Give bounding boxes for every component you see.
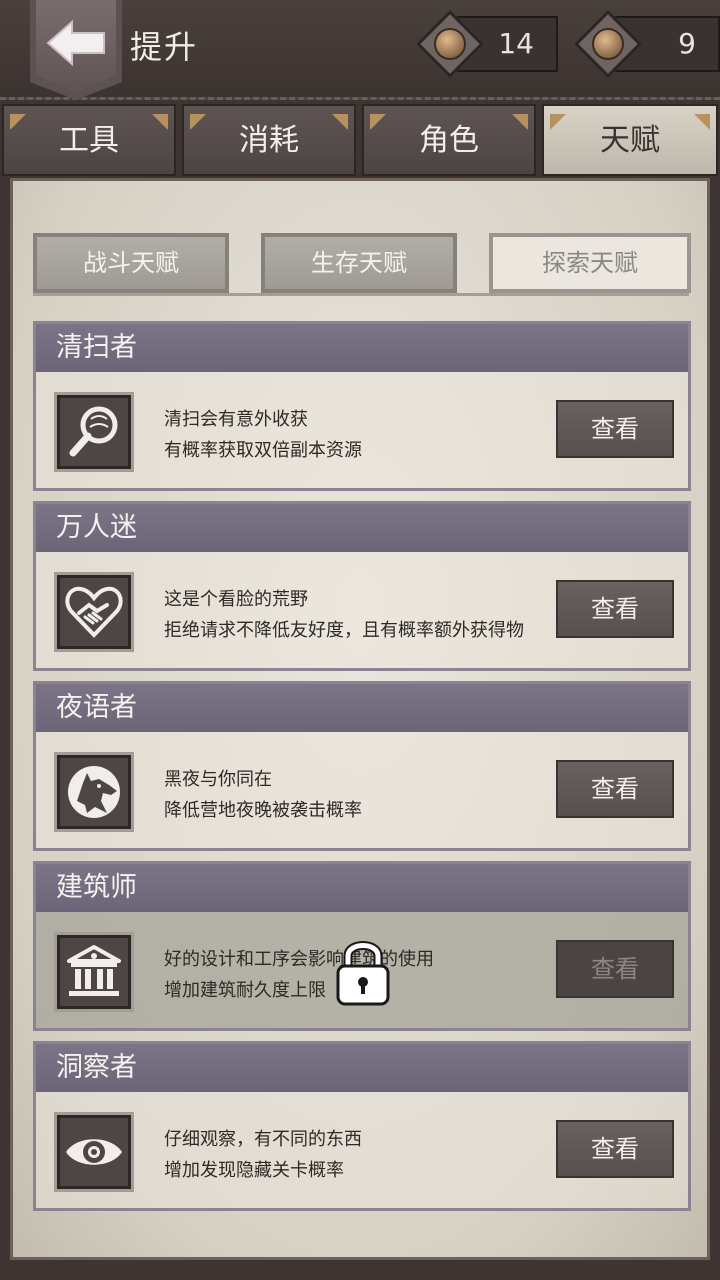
talent-icon-frame	[54, 1112, 134, 1192]
talent-icon-frame	[54, 932, 134, 1012]
tab-tools[interactable]: 工具	[2, 104, 176, 176]
talent-desc-line2: 增加建筑耐久度上限	[164, 980, 326, 1001]
subtab-survival[interactable]: 生存天赋	[261, 233, 457, 293]
talent-desc-line1: 这是个看脸的荒野	[164, 589, 308, 610]
top-bar: 提升 14 9	[0, 0, 720, 100]
talent-description: 好的设计和工序会影响建筑的使用 增加建筑耐久度上限	[164, 944, 434, 1006]
view-button[interactable]: 查看	[556, 580, 674, 638]
talent-description: 清扫会有意外收获 有概率获取双倍副本资源	[164, 404, 362, 466]
talent-name: 洞察者	[36, 1044, 688, 1092]
subtab-divider	[33, 293, 689, 296]
talent-icon-frame	[54, 392, 134, 472]
tab-character[interactable]: 角色	[362, 104, 536, 176]
talent-icon-frame	[54, 752, 134, 832]
magnifier-icon	[69, 406, 118, 457]
view-button[interactable]: 查看	[556, 940, 674, 998]
currency-a: 14	[416, 10, 558, 78]
coin-icon	[434, 28, 466, 60]
wolf-icon	[68, 766, 120, 818]
tab-label: 工具	[59, 123, 119, 158]
main-tabs: 工具 消耗 角色 天赋	[0, 104, 720, 176]
talent-panel: 战斗天赋 生存天赋 探索天赋 清扫者 清扫会有意外收获 有概率获取双倍副本资源 …	[10, 178, 710, 1260]
view-button[interactable]: 查看	[556, 760, 674, 818]
talent-description: 仔细观察，有不同的东西 增加发现隐藏关卡概率	[164, 1124, 362, 1186]
back-button[interactable]	[30, 0, 122, 100]
tab-consumables[interactable]: 消耗	[182, 104, 356, 176]
currency-b: 9	[574, 10, 720, 78]
talent-name: 夜语者	[36, 684, 688, 732]
talent-desc-line2: 增加发现隐藏关卡概率	[164, 1160, 344, 1181]
building-icon	[67, 945, 121, 996]
tab-label: 天赋	[600, 123, 660, 158]
view-button[interactable]: 查看	[556, 1120, 674, 1178]
talent-name: 万人迷	[36, 504, 688, 552]
talent-desc-line1: 清扫会有意外收获	[164, 409, 308, 430]
talent-desc-line2: 拒绝请求不降低友好度，且有概率额外获得物	[164, 620, 524, 641]
talent-name: 建筑师	[36, 864, 688, 912]
talent-description: 这是个看脸的荒野 拒绝请求不降低友好度，且有概率额外获得物	[164, 584, 524, 646]
subtab-exploration[interactable]: 探索天赋	[489, 233, 691, 293]
talent-card: 清扫者 清扫会有意外收获 有概率获取双倍副本资源 查看	[33, 321, 691, 491]
talent-desc-line1: 黑夜与你同在	[164, 769, 272, 790]
talent-card-locked: 建筑师 好的设计和工序会影响建筑的使用 增加建筑耐久度上限 查看	[33, 861, 691, 1031]
talent-card: 万人迷 这是个看脸的荒野 拒绝请求不降低友好度，且有概率额外获得物 查看	[33, 501, 691, 671]
page-title: 提升	[130, 28, 199, 66]
talent-desc-line1: 好的设计和工序会影响建筑的使用	[164, 949, 434, 970]
talent-card: 洞察者 仔细观察，有不同的东西 增加发现隐藏关卡概率 查看	[33, 1041, 691, 1211]
talent-desc-line2: 有概率获取双倍副本资源	[164, 440, 362, 461]
talent-card: 夜语者 黑夜与你同在 降低营地夜晚被袭击概率 查看	[33, 681, 691, 851]
talent-description: 黑夜与你同在 降低营地夜晚被袭击概率	[164, 764, 362, 826]
talent-desc-line1: 仔细观察，有不同的东西	[164, 1129, 362, 1150]
talent-desc-line2: 降低营地夜晚被袭击概率	[164, 800, 362, 821]
view-button[interactable]: 查看	[556, 400, 674, 458]
eye-icon	[66, 1139, 122, 1165]
talent-name: 清扫者	[36, 324, 688, 372]
subtab-combat[interactable]: 战斗天赋	[33, 233, 229, 293]
tab-talents[interactable]: 天赋	[542, 104, 718, 176]
lock-icon	[336, 941, 390, 1006]
coin-icon	[592, 28, 624, 60]
talent-text-area: 这是个看脸的荒野 拒绝请求不降低友好度，且有概率额外获得物	[36, 552, 554, 668]
tab-label: 消耗	[239, 123, 299, 158]
back-arrow-icon	[46, 19, 105, 67]
tab-label: 角色	[419, 123, 479, 158]
